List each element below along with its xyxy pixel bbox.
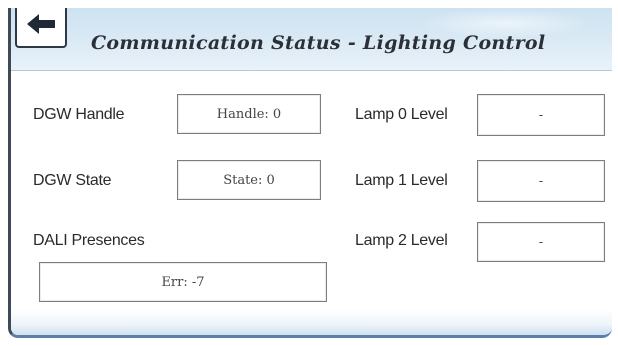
dali-presences-label: DALI Presences: [33, 232, 145, 249]
back-arrow-icon: [24, 11, 58, 43]
lamp2-level-field: -: [477, 222, 605, 262]
lamp1-level-field: -: [477, 160, 605, 202]
status-screen: Communication Status - Lighting Control …: [8, 8, 612, 338]
dali-presences-field: Err: -7: [39, 262, 327, 302]
lamp2-level-label: Lamp 2 Level: [355, 232, 448, 249]
dgw-handle-label: DGW Handle: [33, 106, 125, 123]
dgw-state-label: DGW State: [33, 172, 112, 189]
page-title: Communication Status - Lighting Control: [91, 32, 546, 54]
lamp1-level-label: Lamp 1 Level: [355, 172, 448, 189]
back-button[interactable]: [15, 8, 67, 48]
dgw-handle-field: Handle: 0: [177, 94, 321, 134]
lamp0-level-field: -: [477, 94, 605, 136]
footer-band: [11, 309, 612, 335]
dgw-state-field: State: 0: [177, 160, 321, 200]
lamp0-level-label: Lamp 0 Level: [355, 106, 448, 123]
